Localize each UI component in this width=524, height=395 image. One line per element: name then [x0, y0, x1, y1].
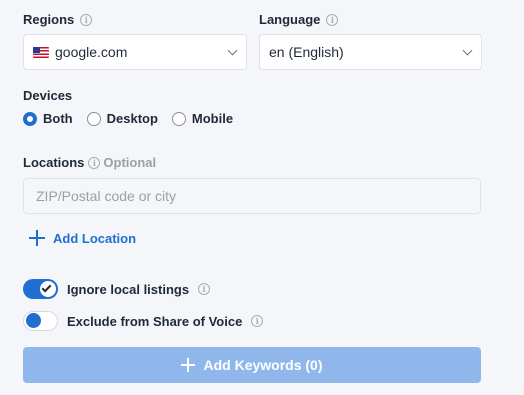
info-icon[interactable]: i — [80, 13, 93, 26]
devices-radio-group: Both Desktop Mobile — [23, 111, 233, 126]
ignore-local-listings-label: Ignore local listings — [67, 281, 190, 297]
radio-desktop[interactable]: Desktop — [86, 111, 158, 126]
plus-icon — [29, 230, 45, 246]
exclude-share-of-voice-label: Exclude from Share of Voice — [67, 313, 243, 329]
exclude-sov-row: Exclude from Share of Voice i — [23, 311, 264, 331]
language-select[interactable]: en (English) — [259, 34, 482, 70]
info-icon[interactable]: i — [198, 283, 211, 295]
ignore-local-listings-toggle[interactable] — [23, 279, 58, 299]
language-label-text: Language — [259, 12, 321, 27]
devices-label-text: Devices — [23, 88, 73, 103]
chevron-down-icon — [462, 45, 473, 55]
language-label: Language i — [259, 12, 339, 27]
locations-label: Locations i Optional — [23, 155, 156, 170]
regions-select-value: google.com — [55, 44, 128, 60]
add-location-button[interactable]: Add Location — [29, 230, 136, 246]
radio-both-label: Both — [43, 111, 73, 126]
devices-label: Devices — [23, 88, 72, 103]
add-keywords-label: Add Keywords (0) — [203, 357, 323, 373]
radio-checked-icon[interactable] — [23, 111, 37, 126]
add-location-label: Add Location — [53, 230, 137, 246]
regions-label-text: Regions — [23, 12, 75, 27]
ignore-local-listings-row: Ignore local listings i — [23, 279, 211, 299]
us-flag-icon — [33, 46, 49, 58]
location-input-placeholder: ZIP/Postal code or city — [36, 188, 177, 204]
chevron-down-icon — [227, 45, 238, 55]
toggle-knob — [40, 281, 56, 297]
radio-mobile[interactable]: Mobile — [171, 111, 234, 126]
location-input[interactable]: ZIP/Postal code or city — [23, 178, 481, 214]
optional-label: Optional — [103, 155, 157, 170]
language-select-value: en (English) — [269, 44, 344, 60]
regions-label: Regions i — [23, 12, 93, 27]
info-icon[interactable]: i — [326, 13, 339, 26]
radio-desktop-label: Desktop — [106, 111, 158, 126]
regions-select[interactable]: google.com — [23, 34, 247, 70]
locations-label-text: Locations — [23, 155, 85, 170]
radio-mobile-label: Mobile — [191, 111, 234, 126]
add-keywords-button[interactable]: Add Keywords (0) — [23, 347, 481, 383]
radio-both[interactable]: Both — [23, 111, 73, 126]
info-icon[interactable]: i — [88, 156, 101, 169]
info-icon[interactable]: i — [251, 315, 264, 327]
toggle-knob — [26, 313, 41, 328]
plus-icon — [181, 358, 196, 372]
checkmark-icon — [41, 282, 52, 293]
radio-unchecked-icon[interactable] — [171, 111, 186, 126]
exclude-share-of-voice-toggle[interactable] — [23, 311, 58, 331]
radio-unchecked-icon[interactable] — [86, 111, 101, 126]
